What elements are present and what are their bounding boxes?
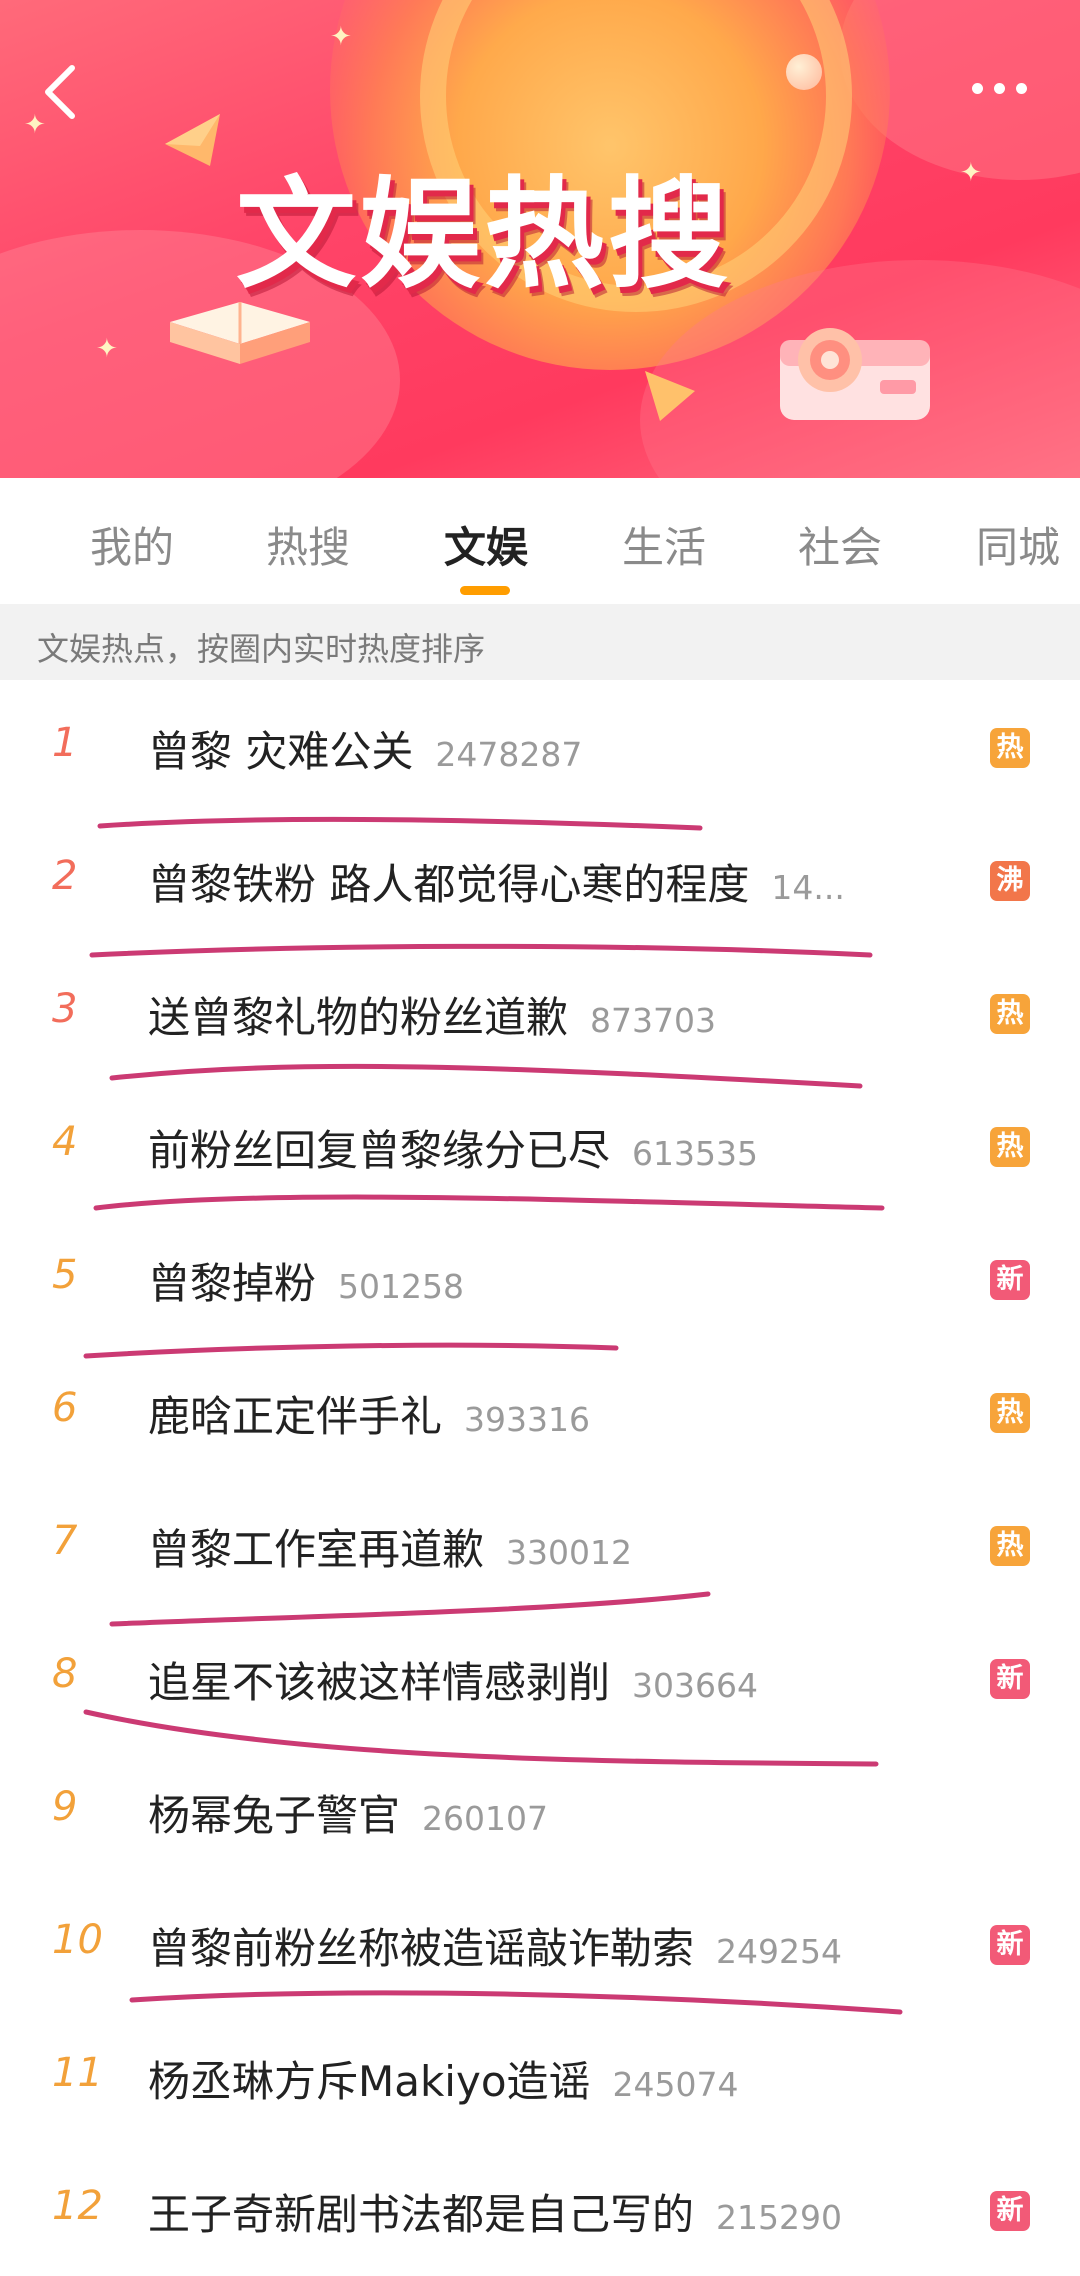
topic-title-text: 杨幂兔子警官	[148, 1791, 401, 1840]
topic-title-text: 曾黎掉粉	[148, 1259, 317, 1308]
heat-count: 393316	[464, 1400, 590, 1439]
rank-number: 8	[52, 1651, 78, 1697]
topic-title-text: 追星不该被这样情感剥削	[148, 1658, 611, 1707]
list-subtitle: 文娱热点，按圈内实时热度排序	[37, 630, 486, 668]
heat-count: 215290	[716, 2198, 842, 2237]
list-item[interactable]: 3 送曾黎礼物的粉丝道歉 873703 热	[0, 946, 1080, 1081]
heat-count: 873703	[590, 1001, 716, 1040]
star-icon: ✦	[960, 158, 982, 188]
rank-number: 11	[52, 2050, 103, 2096]
tab-active-indicator	[460, 586, 510, 595]
hot-badge: 热	[990, 1127, 1030, 1167]
camera-icon	[780, 328, 930, 420]
heat-count: 303664	[632, 1666, 758, 1705]
list-item[interactable]: 12 王子奇新剧书法都是自己写的 215290 新	[0, 2143, 1080, 2276]
topic-title: 曾黎前粉丝称被造谣敲诈勒索 249254	[148, 1915, 842, 1976]
topic-title-text: 杨丞琳方斥Makiyo造谣	[148, 2057, 591, 2106]
heat-count: 613535	[632, 1134, 758, 1173]
topic-title-text: 王子奇新剧书法都是自己写的	[148, 2190, 695, 2239]
banner-title: 文娱热搜	[236, 166, 732, 305]
rank-number: 12	[52, 2183, 103, 2229]
tab-entertainment[interactable]: 文娱	[444, 514, 528, 575]
rank-number: 1	[52, 720, 78, 766]
boil-badge: 沸	[990, 861, 1030, 901]
more-button[interactable]	[972, 76, 1036, 100]
tab-life[interactable]: 生活	[622, 514, 706, 575]
topic-title-text: 曾黎铁粉 路人都觉得心寒的程度	[148, 860, 750, 909]
topic-title: 前粉丝回复曾黎缘分已尽 613535	[148, 1117, 758, 1178]
rank-number: 7	[52, 1518, 78, 1564]
new-badge: 新	[990, 2191, 1030, 2231]
more-dots-icon	[1016, 82, 1027, 94]
heat-count: 330012	[506, 1533, 632, 1572]
star-icon: ✦	[96, 334, 118, 364]
rank-number: 2	[52, 853, 78, 899]
list-item[interactable]: 1 曾黎 灾难公关 2478287 热	[0, 680, 1080, 815]
list-item[interactable]: 10 曾黎前粉丝称被造谣敲诈勒索 249254 新	[0, 1877, 1080, 2012]
list-item[interactable]: 8 追星不该被这样情感剥削 303664 新	[0, 1611, 1080, 1746]
topic-title-text: 曾黎前粉丝称被造谣敲诈勒索	[148, 1924, 695, 1973]
topic-title: 杨幂兔子警官 260107	[148, 1782, 548, 1843]
heat-count: 14...	[771, 868, 845, 907]
header-banner: ✦ ✦ ✦ ✦ 文娱热搜	[0, 0, 1080, 478]
heat-count: 501258	[338, 1267, 464, 1306]
tab-bar: 我的 热搜 文娱 生活 社会 同城	[0, 478, 1080, 602]
topic-title: 曾黎铁粉 路人都觉得心寒的程度 14...	[148, 851, 845, 912]
rank-number: 9	[52, 1784, 78, 1830]
rank-number: 10	[52, 1917, 103, 1963]
paper-plane-icon	[645, 371, 695, 421]
back-button[interactable]	[40, 62, 80, 122]
new-badge: 新	[990, 1925, 1030, 1965]
list-item[interactable]: 7 曾黎工作室再道歉 330012 热	[0, 1478, 1080, 1613]
list-item[interactable]: 6 鹿晗正定伴手礼 393316 热	[0, 1345, 1080, 1480]
list-subtitle-bar: 文娱热点，按圈内实时热度排序	[0, 604, 1080, 680]
topic-title: 送曾黎礼物的粉丝道歉 873703	[148, 984, 716, 1045]
rank-number: 3	[52, 986, 78, 1032]
hot-badge: 热	[990, 1526, 1030, 1566]
list-item[interactable]: 5 曾黎掉粉 501258 新	[0, 1212, 1080, 1347]
planet-icon	[786, 54, 822, 90]
more-dots-icon	[994, 82, 1005, 94]
topic-title-text: 前粉丝回复曾黎缘分已尽	[148, 1126, 611, 1175]
topic-title-text: 曾黎 灾难公关	[148, 727, 414, 776]
hot-badge: 热	[990, 994, 1030, 1034]
rank-number: 4	[52, 1119, 78, 1165]
new-badge: 新	[990, 1659, 1030, 1699]
topic-title: 追星不该被这样情感剥削 303664	[148, 1649, 758, 1710]
heat-count: 245074	[612, 2065, 739, 2104]
more-dots-icon	[972, 82, 983, 94]
topic-title: 曾黎工作室再道歉 330012	[148, 1516, 632, 1577]
list-item[interactable]: 11 杨丞琳方斥Makiyo造谣 245074	[0, 2010, 1080, 2145]
topic-title: 鹿晗正定伴手礼 393316	[148, 1383, 590, 1444]
hot-badge: 热	[990, 728, 1030, 768]
topic-title: 曾黎 灾难公关 2478287	[148, 718, 582, 779]
topic-title-text: 曾黎工作室再道歉	[148, 1525, 485, 1574]
topic-title-text: 鹿晗正定伴手礼	[148, 1392, 443, 1441]
heat-count: 249254	[716, 1932, 842, 1971]
tab-society[interactable]: 社会	[798, 514, 882, 575]
topic-title-text: 送曾黎礼物的粉丝道歉	[148, 993, 569, 1042]
topic-title: 王子奇新剧书法都是自己写的 215290	[148, 2181, 842, 2242]
rank-number: 6	[52, 1385, 78, 1431]
tab-local[interactable]: 同城	[976, 514, 1060, 575]
tab-mine[interactable]: 我的	[90, 514, 174, 575]
chevron-left-icon	[45, 65, 75, 119]
heat-count: 2478287	[435, 735, 583, 774]
heat-count: 260107	[422, 1799, 548, 1838]
topic-title: 曾黎掉粉 501258	[148, 1250, 464, 1311]
hot-badge: 热	[990, 1393, 1030, 1433]
topic-title: 杨丞琳方斥Makiyo造谣 245074	[148, 2048, 739, 2109]
new-badge: 新	[990, 1260, 1030, 1300]
list-item[interactable]: 2 曾黎铁粉 路人都觉得心寒的程度 14... 沸	[0, 813, 1080, 948]
list-item[interactable]: 4 前粉丝回复曾黎缘分已尽 613535 热	[0, 1079, 1080, 1214]
megaphone-icon	[165, 114, 220, 166]
star-icon: ✦	[330, 22, 352, 52]
rank-number: 5	[52, 1252, 78, 1298]
tab-hot-search[interactable]: 热搜	[266, 514, 350, 575]
list-item[interactable]: 9 杨幂兔子警官 260107	[0, 1744, 1080, 1879]
